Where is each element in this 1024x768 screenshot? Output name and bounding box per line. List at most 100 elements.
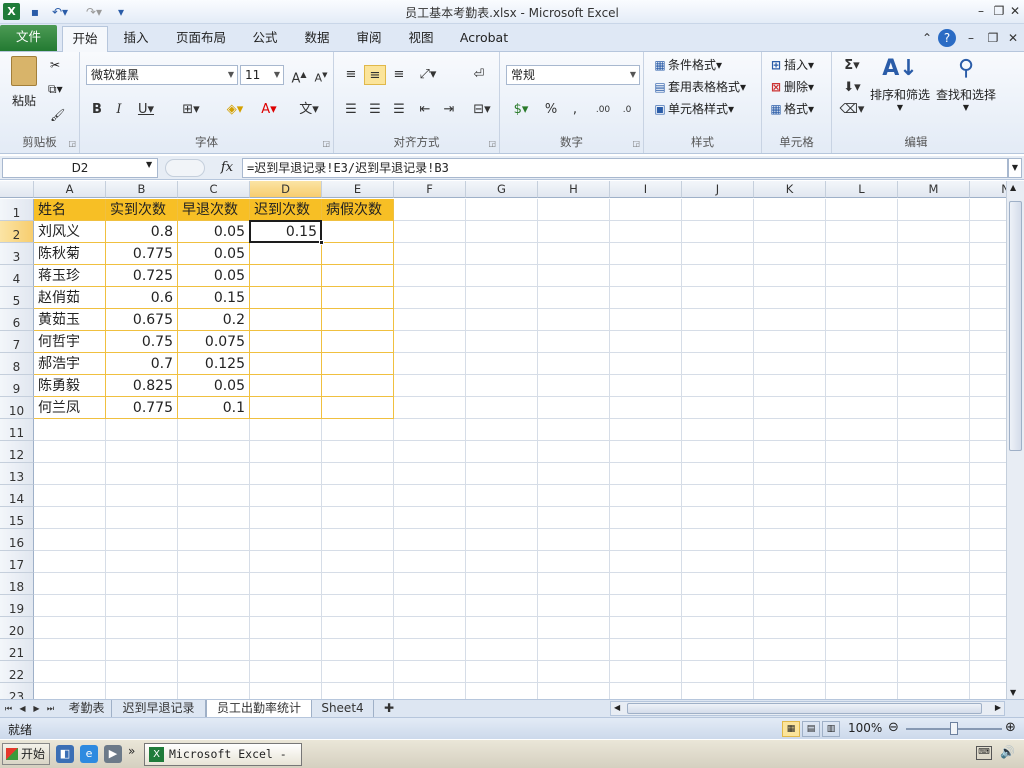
cell-b10[interactable]: 0.775 bbox=[106, 397, 178, 419]
increase-indent-icon[interactable]: ⇥ bbox=[438, 100, 460, 120]
quick-launch-more-icon[interactable]: » bbox=[128, 744, 135, 758]
cell-a4[interactable]: 蒋玉珍 bbox=[34, 265, 106, 287]
row-header-8[interactable]: 8 bbox=[0, 353, 34, 375]
fill-color-icon[interactable]: ◈▾ bbox=[220, 100, 250, 120]
cell-b6[interactable]: 0.675 bbox=[106, 309, 178, 331]
first-sheet-icon[interactable]: ⏮ bbox=[2, 701, 15, 716]
underline-icon[interactable]: U▾ bbox=[132, 100, 160, 120]
font-color-icon[interactable]: A▾ bbox=[254, 100, 284, 120]
cell-b3[interactable]: 0.775 bbox=[106, 243, 178, 265]
header-cell-c[interactable]: 早退次数 bbox=[178, 199, 250, 221]
cell-d3[interactable] bbox=[250, 243, 322, 265]
insert-function-icon[interactable]: fx bbox=[215, 158, 239, 178]
tab-page-layout[interactable]: 页面布局 bbox=[168, 26, 234, 52]
cell-b9[interactable]: 0.825 bbox=[106, 375, 178, 397]
cell-a3[interactable]: 陈秋菊 bbox=[34, 243, 106, 265]
tab-data[interactable]: 数据 bbox=[296, 26, 338, 52]
cell-d8[interactable] bbox=[250, 353, 322, 375]
column-header-i[interactable]: I bbox=[610, 181, 682, 198]
sheet-tab-chuqinlv[interactable]: 员工出勤率统计 bbox=[206, 700, 312, 717]
sheet-tab-kaoqinbiao[interactable]: 考勤表 bbox=[62, 700, 112, 717]
cell-d7[interactable] bbox=[250, 331, 322, 353]
number-launcher-icon[interactable]: ◲ bbox=[632, 139, 640, 148]
paste-button[interactable]: 粘贴 bbox=[8, 56, 40, 109]
media-player-icon[interactable]: ▶ bbox=[104, 745, 122, 763]
cell-c7[interactable]: 0.075 bbox=[178, 331, 250, 353]
column-header-h[interactable]: H bbox=[538, 181, 610, 198]
cell-styles-button[interactable]: ▣ 单元格样式 ▾ bbox=[652, 100, 734, 117]
format-painter-icon[interactable]: 🖌 bbox=[50, 108, 65, 122]
row-header-21[interactable]: 21 bbox=[0, 639, 34, 661]
volume-icon[interactable]: 🔊 bbox=[1000, 745, 1015, 759]
fill-handle[interactable] bbox=[319, 240, 324, 245]
worksheet-grid[interactable]: A B C D E F G H I J K L M N 1 2 3 4 5 6 7 8 9 10 11 12 13 14 15 16 17 1… bbox=[0, 181, 1006, 699]
cell-e6[interactable] bbox=[322, 309, 394, 331]
row-header-10[interactable]: 10 bbox=[0, 397, 34, 419]
formula-input[interactable]: =迟到早退记录!E3/迟到早退记录!B3 bbox=[242, 158, 1008, 178]
cell-b2[interactable]: 0.8 bbox=[106, 221, 178, 243]
column-header-n[interactable]: N bbox=[970, 181, 1006, 198]
phonetic-icon[interactable]: 文▾ bbox=[294, 100, 324, 120]
cell-a7[interactable]: 何哲宇 bbox=[34, 331, 106, 353]
font-name-combo[interactable]: 微软雅黑 ▼ bbox=[86, 65, 238, 85]
cell-a10[interactable]: 何兰凤 bbox=[34, 397, 106, 419]
cell-c4[interactable]: 0.05 bbox=[178, 265, 250, 287]
expand-formula-bar-icon[interactable]: ▼ bbox=[1008, 158, 1022, 178]
scroll-right-icon[interactable]: ▶ bbox=[995, 703, 1001, 712]
decrease-indent-icon[interactable]: ⇤ bbox=[414, 100, 436, 120]
align-left-icon[interactable]: ☰ bbox=[340, 100, 362, 120]
cell-a5[interactable]: 赵俏茹 bbox=[34, 287, 106, 309]
column-header-m[interactable]: M bbox=[898, 181, 970, 198]
cell-e7[interactable] bbox=[322, 331, 394, 353]
sheet-tab-chidao[interactable]: 迟到早退记录 bbox=[112, 700, 206, 717]
insert-cells-button[interactable]: ⊞ 插入 ▾ bbox=[768, 56, 814, 73]
comma-style-icon[interactable]: , bbox=[564, 100, 586, 120]
zoom-slider-thumb[interactable] bbox=[950, 722, 958, 735]
cell-e8[interactable] bbox=[322, 353, 394, 375]
page-layout-view-icon[interactable]: ▤ bbox=[802, 721, 820, 737]
tab-view[interactable]: 视图 bbox=[400, 26, 442, 52]
cell-c2[interactable]: 0.05 bbox=[178, 221, 250, 243]
header-cell-d[interactable]: 迟到次数 bbox=[250, 199, 322, 221]
copy-icon[interactable]: ⧉▾ bbox=[48, 82, 63, 97]
scroll-up-icon[interactable]: ▲ bbox=[1010, 183, 1016, 192]
close-icon[interactable]: ✕ bbox=[1006, 2, 1024, 20]
header-cell-b[interactable]: 实到次数 bbox=[106, 199, 178, 221]
font-size-combo[interactable]: 11 ▼ bbox=[240, 65, 284, 85]
column-header-l[interactable]: L bbox=[826, 181, 898, 198]
help-icon[interactable]: ? bbox=[938, 29, 956, 47]
row-header-6[interactable]: 6 bbox=[0, 309, 34, 331]
row-header-18[interactable]: 18 bbox=[0, 573, 34, 595]
cell-a2[interactable]: 刘风义 bbox=[34, 221, 106, 243]
cell-c8[interactable]: 0.125 bbox=[178, 353, 250, 375]
insert-sheet-icon[interactable]: ✚ bbox=[374, 700, 404, 717]
percent-style-icon[interactable]: % bbox=[540, 100, 562, 120]
column-header-g[interactable]: G bbox=[466, 181, 538, 198]
zoom-level[interactable]: 100% bbox=[848, 721, 882, 735]
cell-e9[interactable] bbox=[322, 375, 394, 397]
align-right-icon[interactable]: ☰ bbox=[388, 100, 410, 120]
active-cell-outline[interactable] bbox=[249, 220, 322, 243]
column-header-d[interactable]: D bbox=[250, 181, 322, 198]
column-header-c[interactable]: C bbox=[178, 181, 250, 198]
minimize-icon[interactable]: – bbox=[972, 2, 990, 20]
select-all-corner[interactable] bbox=[0, 181, 34, 198]
cell-e4[interactable] bbox=[322, 265, 394, 287]
format-cells-button[interactable]: ▦ 格式 ▾ bbox=[768, 100, 814, 117]
decrease-decimal-icon[interactable]: .0 bbox=[616, 100, 638, 120]
cell-a6[interactable]: 黄茹玉 bbox=[34, 309, 106, 331]
autosum-icon[interactable]: Σ▾ bbox=[838, 56, 866, 76]
grow-font-icon[interactable]: A▲ bbox=[288, 65, 310, 86]
row-header-3[interactable]: 3 bbox=[0, 243, 34, 265]
cell-b5[interactable]: 0.6 bbox=[106, 287, 178, 309]
cell-a9[interactable]: 陈勇毅 bbox=[34, 375, 106, 397]
cell-e5[interactable] bbox=[322, 287, 394, 309]
column-header-b[interactable]: B bbox=[106, 181, 178, 198]
merge-center-icon[interactable]: ⊟▾ bbox=[468, 100, 496, 120]
row-header-4[interactable]: 4 bbox=[0, 265, 34, 287]
cell-e3[interactable] bbox=[322, 243, 394, 265]
taskbar-excel-window[interactable]: X Microsoft Excel - ... bbox=[144, 743, 302, 766]
workbook-close-icon[interactable]: ✕ bbox=[1004, 29, 1022, 47]
header-cell-a[interactable]: 姓名 bbox=[34, 199, 106, 221]
fill-icon[interactable]: ⬇▾ bbox=[838, 78, 866, 98]
